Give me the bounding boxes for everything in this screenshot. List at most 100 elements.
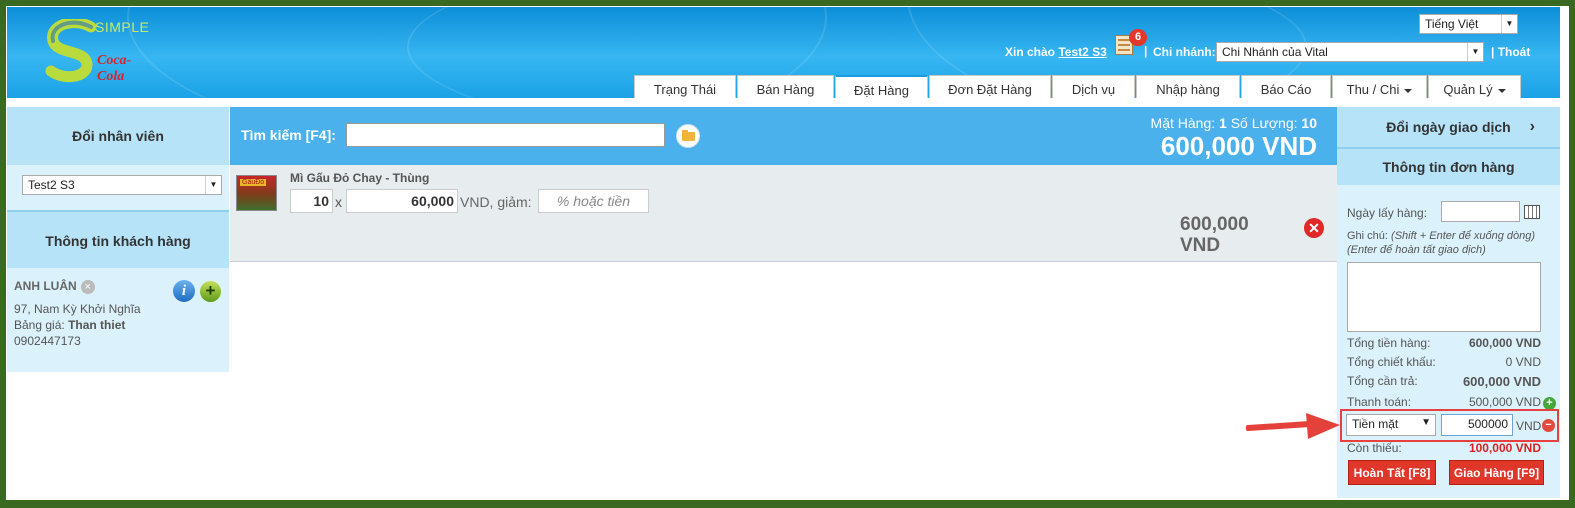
chevron-down-icon: ▼ — [205, 176, 221, 194]
language-select[interactable]: Tiếng Việt ▼ — [1419, 14, 1518, 34]
customer-price-list: Bảng giá: Than thiet — [14, 317, 222, 333]
chevron-right-icon: › — [1529, 118, 1535, 135]
quantity-input[interactable]: 10 — [290, 189, 333, 213]
customer-info-header: Thông tin khách hàng — [7, 210, 229, 268]
payment-amount-input[interactable]: 500000 — [1441, 414, 1513, 436]
due-label: Tổng cần trả: — [1347, 374, 1418, 388]
greeting: Xin chào Test2 S3 — [1005, 45, 1107, 59]
employee-box: Test2 S3 ▼ — [7, 165, 229, 210]
remaining-value: 100,000 VND — [1468, 441, 1541, 455]
times-sign: x — [335, 194, 342, 210]
price-input[interactable]: 60,000 — [346, 189, 458, 213]
chevron-down-icon: ▼ — [1501, 15, 1517, 33]
items-label: Mặt Hàng: — [1150, 115, 1216, 131]
order-summary: Mặt Hàng: 1 Số Lượng: 10 600,000 VND — [1151, 115, 1317, 161]
tab-management[interactable]: Quản Lý — [1428, 75, 1521, 98]
price-list-label: Bảng giá: — [14, 318, 65, 332]
add-customer-icon[interactable]: + — [200, 281, 221, 302]
customer-address: 97, Nam Kỳ Khởi Nghĩa — [14, 302, 141, 316]
summary-counts: Mặt Hàng: 1 Số Lượng: 10 — [1151, 115, 1317, 131]
qty-label: Số Lượng: — [1230, 115, 1298, 131]
tab-order-list[interactable]: Đơn Đặt Hàng — [929, 75, 1051, 98]
note-hint-1: (Shift + Enter để xuống dòng) — [1391, 230, 1536, 242]
paid-label: Thanh toán: — [1347, 395, 1412, 409]
subtotal-label: Tổng tiền hàng: — [1347, 336, 1431, 350]
separator: | — [1144, 44, 1148, 58]
notification-button[interactable]: 6 — [1113, 29, 1147, 59]
line-total-unit: VND — [1180, 235, 1221, 256]
search-bar: Tìm kiếm [F4]: Mặt Hàng: 1 Số Lượng: 10 … — [230, 107, 1337, 165]
s-logo-icon — [45, 19, 97, 83]
due-value: 600,000 VND — [1462, 374, 1541, 389]
paid-value: 500,000 VND — [1468, 395, 1541, 409]
folder-icon[interactable] — [676, 124, 700, 148]
chevron-down-icon: ▼ — [1467, 43, 1483, 61]
branch-value: Chi Nhánh của Vital — [1222, 45, 1328, 59]
logo-text: SIMPLE — [95, 19, 150, 35]
tab-status[interactable]: Trạng Thái — [634, 75, 736, 98]
change-date-button[interactable]: Đổi ngày giao dịch › — [1337, 107, 1560, 147]
change-date-label: Đổi ngày giao dịch — [1386, 119, 1511, 135]
product-image: GấuĐỏ — [236, 175, 277, 211]
note-hint-2: (Enter để hoàn tất giao dịch) — [1347, 244, 1486, 256]
header: SIMPLE Coca-Cola Tiếng Việt ▼ Xin chào T… — [7, 7, 1560, 98]
remove-customer-icon[interactable]: × — [80, 279, 95, 294]
caret-down-icon — [1404, 88, 1413, 93]
finish-button[interactable]: Hoàn Tất [F8] — [1348, 460, 1436, 485]
list-item: GấuĐỏ Mì Gấu Đỏ Chay - Thùng — [230, 165, 1337, 262]
caret-down-icon: ▼ — [1421, 417, 1431, 428]
logo[interactable]: SIMPLE Coca-Cola — [37, 17, 150, 84]
vnd-discount-label: VND, giảm: — [460, 194, 532, 210]
brand-logo: Coca-Cola — [97, 53, 132, 84]
deliver-button[interactable]: Giao Hàng [F9] — [1449, 460, 1544, 485]
note-hint: Ghi chú: (Shift + Enter để xuống dòng) (… — [1347, 229, 1535, 257]
order-info-header: Thông tin đơn hàng — [1337, 147, 1560, 185]
user-link[interactable]: Test2 S3 — [1058, 45, 1106, 59]
tab-sales[interactable]: Bán Hàng — [737, 75, 834, 98]
pickup-label: Ngày lấy hàng: — [1347, 206, 1428, 220]
tab-label: Quản Lý — [1443, 82, 1493, 97]
employee-select[interactable]: Test2 S3 ▼ — [22, 175, 222, 195]
qty-count: 10 — [1301, 115, 1317, 131]
branch-select[interactable]: Chi Nhánh của Vital ▼ — [1216, 42, 1484, 62]
search-label: Tìm kiếm [F4]: — [241, 127, 336, 143]
discount-total-value: 0 VND — [1505, 355, 1541, 369]
logout-link[interactable]: | Thoát — [1491, 45, 1530, 59]
payment-unit: VND — [1516, 419, 1542, 433]
line-total-amount: 600,000 — [1180, 214, 1249, 235]
tab-reports[interactable]: Báo Cáo — [1241, 75, 1331, 98]
payment-method-select[interactable]: Tiền mặt ▼ — [1346, 414, 1436, 436]
arrow-icon — [1246, 413, 1340, 439]
tab-services[interactable]: Dịch vụ — [1052, 75, 1135, 98]
payment-method-value: Tiền mặt — [1352, 417, 1399, 431]
tab-income-expense[interactable]: Thu / Chi — [1332, 75, 1427, 98]
language-value: Tiếng Việt — [1425, 17, 1479, 31]
main-nav: Trạng Thái Bán Hàng Đặt Hàng Đơn Đặt Hàn… — [634, 75, 1522, 98]
subtotal-value: 600,000 VND — [1468, 336, 1541, 350]
change-employee-header[interactable]: Đổi nhân viên — [7, 107, 229, 165]
remove-payment-icon[interactable]: − — [1542, 419, 1555, 432]
greeting-prefix: Xin chào — [1005, 45, 1056, 59]
delete-item-icon[interactable]: ✕ — [1304, 218, 1324, 238]
tab-orders[interactable]: Đặt Hàng — [835, 75, 928, 98]
customer-name: ANH LUÂN — [14, 279, 77, 293]
customer-card: ANH LUÂN × 97, Nam Kỳ Khởi Nghĩa Bảng giá… — [7, 268, 229, 372]
branch-label: Chi nhánh: — [1153, 45, 1216, 59]
right-panel: Đổi ngày giao dịch › Thông tin đơn hàng … — [1337, 107, 1560, 498]
customer-phone: 0902447173 — [14, 334, 81, 348]
order-area: Tìm kiếm [F4]: Mặt Hàng: 1 Số Lượng: 10 … — [230, 107, 1337, 262]
info-icon[interactable]: i — [173, 280, 195, 302]
tab-label: Thu / Chi — [1346, 82, 1400, 97]
pickup-date-input[interactable] — [1441, 201, 1520, 222]
caret-down-icon — [1497, 88, 1506, 93]
note-textarea[interactable] — [1347, 262, 1541, 332]
employee-value: Test2 S3 — [28, 178, 75, 192]
tab-import[interactable]: Nhập hàng — [1136, 75, 1240, 98]
remaining-label: Còn thiếu: — [1347, 441, 1402, 455]
summary-total: 600,000 VND — [1160, 131, 1317, 161]
price-list-value: Than thiet — [68, 318, 126, 332]
search-input[interactable] — [346, 123, 665, 147]
discount-input[interactable]: % hoặc tiền — [538, 189, 649, 213]
items-count: 1 — [1219, 115, 1227, 131]
calendar-icon[interactable] — [1524, 205, 1540, 219]
